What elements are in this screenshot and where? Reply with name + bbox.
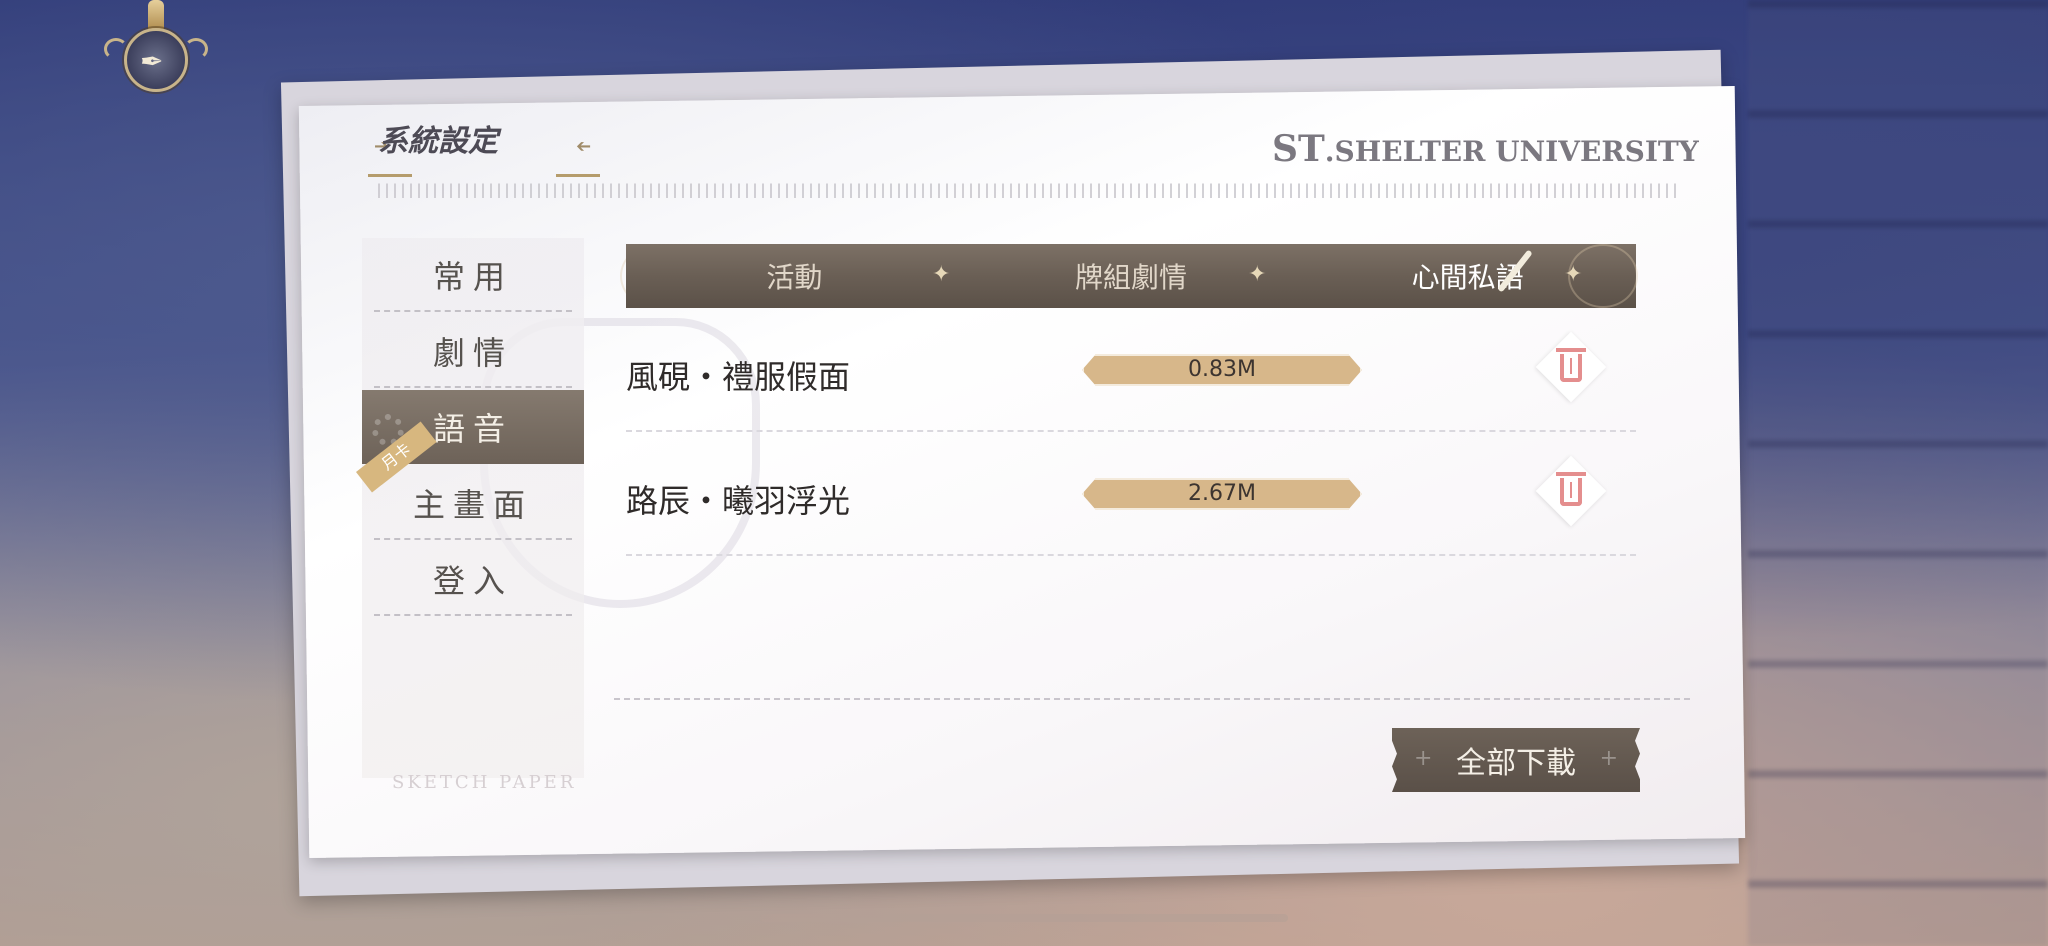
download-all-label: 全部下載 bbox=[1456, 746, 1576, 781]
sidebar: 常用 劇情 語音 主畫面 登入 bbox=[362, 238, 584, 778]
voice-pack-name: 路辰・曦羽浮光 bbox=[626, 482, 851, 520]
trash-icon-lid bbox=[1556, 348, 1586, 352]
back-icon: ✒ bbox=[140, 45, 164, 78]
plus-ornament-icon: + bbox=[1599, 746, 1618, 771]
home-indicator[interactable] bbox=[760, 914, 1288, 922]
download-all-button[interactable]: + 全部下載 + bbox=[1392, 728, 1640, 792]
trash-icon-lid bbox=[1556, 472, 1586, 476]
sidebar-item-label: 主畫面 bbox=[412, 486, 533, 524]
list-item: 路辰・曦羽浮光 2.67M bbox=[626, 432, 1636, 556]
sidebar-item-login[interactable]: 登入 bbox=[362, 542, 584, 616]
title-arrow-right-icon: ➔ bbox=[576, 136, 592, 157]
brand-logo: ST.SHELTER UNIVERSITY bbox=[1272, 128, 1699, 170]
sketch-paper-label: SKETCH PAPER bbox=[392, 772, 577, 793]
delete-button[interactable] bbox=[1535, 331, 1607, 403]
sidebar-item-label: 語音 bbox=[432, 410, 513, 448]
tab-separator-star-icon: ✦ bbox=[932, 262, 951, 287]
list-item: 風硯・禮服假面 0.83M bbox=[626, 308, 1636, 432]
sidebar-item-common[interactable]: 常用 bbox=[362, 238, 584, 312]
brand-st: ST bbox=[1272, 128, 1325, 170]
sidebar-item-label: 劇情 bbox=[432, 334, 513, 372]
tab-bar: 活動 牌組劇情 心間私語 ✦ ✦ ✦ bbox=[626, 244, 1636, 308]
back-button[interactable]: ✒ bbox=[102, 0, 210, 96]
ruler-decoration bbox=[378, 174, 1682, 198]
tab-ornament-right bbox=[1568, 244, 1638, 308]
sidebar-item-label: 登入 bbox=[432, 562, 513, 600]
sidebar-item-label: 常用 bbox=[432, 258, 513, 296]
trash-icon-stripe bbox=[1570, 358, 1572, 374]
crown-ornament-icon bbox=[148, 0, 164, 30]
brand-name: .SHELTER UNIVERSITY bbox=[1324, 135, 1699, 168]
background-bookshelf bbox=[1748, 0, 2048, 946]
divider bbox=[614, 698, 1690, 700]
plus-ornament-icon: + bbox=[1414, 746, 1433, 771]
sidebar-item-home-screen[interactable]: 主畫面 bbox=[362, 466, 584, 540]
voice-pack-name: 風硯・禮服假面 bbox=[626, 358, 851, 396]
tab-label: 活動 bbox=[766, 261, 823, 294]
tab-separator-star-icon: ✦ bbox=[1248, 262, 1267, 287]
voice-pack-size: 0.83M bbox=[1082, 354, 1362, 386]
trash-icon-stripe bbox=[1570, 482, 1572, 498]
page-title: 系統設定 bbox=[378, 124, 498, 159]
tab-events[interactable]: 活動 bbox=[626, 256, 963, 296]
voice-pack-size: 2.67M bbox=[1082, 478, 1362, 510]
delete-button[interactable] bbox=[1535, 455, 1607, 527]
tab-label: 牌組劇情 bbox=[1075, 261, 1188, 294]
sidebar-item-story[interactable]: 劇情 bbox=[362, 314, 584, 388]
